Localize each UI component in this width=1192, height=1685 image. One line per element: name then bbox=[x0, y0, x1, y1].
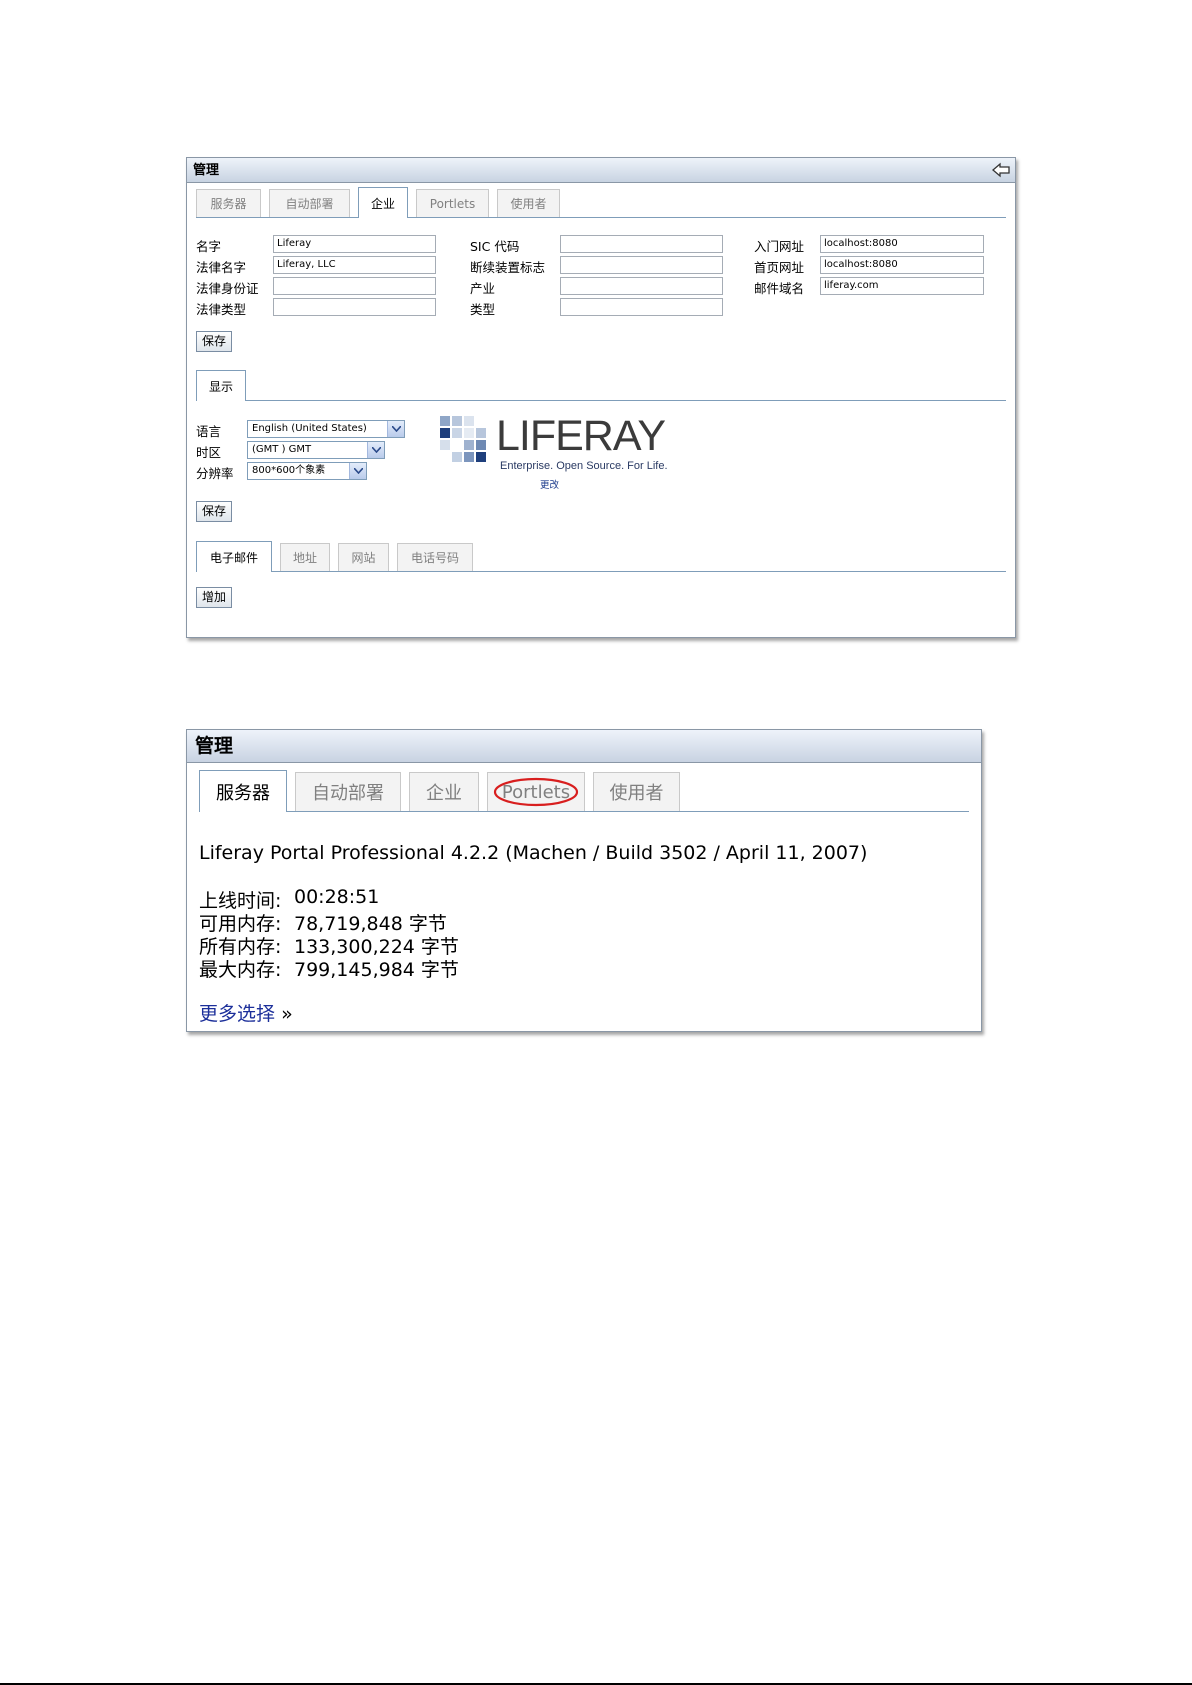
type-label: 类型 bbox=[470, 302, 496, 317]
language-value: English (United States) bbox=[252, 423, 367, 434]
resolution-value: 800*600个象素 bbox=[252, 465, 326, 476]
tab-server[interactable]: 服务器 bbox=[199, 770, 287, 812]
tab-email[interactable]: 电子邮件 bbox=[196, 541, 272, 572]
ticker-symbol-field[interactable] bbox=[560, 256, 723, 274]
tab-website[interactable]: 网站 bbox=[338, 543, 389, 571]
chevron-down-icon bbox=[349, 463, 366, 479]
tab-address[interactable]: 地址 bbox=[280, 543, 330, 571]
resolution-label: 分辨率 bbox=[196, 466, 234, 481]
tab-server[interactable]: 服务器 bbox=[196, 189, 261, 217]
logo-tagline: Enterprise. Open Source. For Life. bbox=[500, 460, 668, 472]
tab-users[interactable]: 使用者 bbox=[593, 772, 680, 811]
legal-id-label: 法律身份证 bbox=[196, 281, 259, 296]
portal-url-label: 入门网址 bbox=[754, 239, 805, 254]
more-options: 更多选择 » bbox=[199, 999, 293, 1026]
admin-portlet-enterprise: 管理 服务器 自动部署 企业 Portlets 使用者 名字 Liferay 法… bbox=[186, 157, 1016, 638]
main-tabs: 服务器 自动部署 企业 Portlets 使用者 bbox=[196, 187, 1006, 218]
sic-code-label: SIC 代码 bbox=[470, 239, 520, 254]
tab-users[interactable]: 使用者 bbox=[497, 189, 560, 217]
legal-type-label: 法律类型 bbox=[196, 302, 247, 317]
tab-auto-deploy[interactable]: 自动部署 bbox=[269, 189, 350, 217]
portal-url-field[interactable]: localhost:8080 bbox=[820, 235, 984, 253]
tab-portlets[interactable]: Portlets bbox=[487, 772, 585, 811]
tab-auto-deploy[interactable]: 自动部署 bbox=[295, 772, 401, 811]
display-tabs: 显示 bbox=[196, 369, 1006, 401]
tab-display[interactable]: 显示 bbox=[196, 370, 246, 401]
save-display-button[interactable]: 保存 bbox=[196, 501, 233, 522]
add-button[interactable]: 增加 bbox=[196, 587, 233, 608]
company-logo: LIFERAY Enterprise. Open Source. For Lif… bbox=[440, 412, 670, 496]
tab-enterprise[interactable]: 企业 bbox=[358, 187, 408, 218]
industry-label: 产业 bbox=[470, 281, 496, 296]
legal-type-field[interactable] bbox=[273, 298, 436, 316]
liferay-logo-mark bbox=[440, 416, 486, 462]
main-tabs: 服务器 自动部署 企业 Portlets 使用者 bbox=[199, 770, 969, 812]
home-url-field[interactable]: localhost:8080 bbox=[820, 256, 984, 274]
logo-wordmark: LIFERAY bbox=[496, 412, 666, 460]
language-label: 语言 bbox=[196, 424, 222, 439]
tab-phone[interactable]: 电话号码 bbox=[397, 543, 473, 571]
save-button[interactable]: 保存 bbox=[196, 331, 233, 352]
version-text: Liferay Portal Professional 4.2.2 (Mache… bbox=[199, 842, 868, 864]
portlet-title: 管理 bbox=[193, 163, 220, 178]
back-arrow-icon[interactable] bbox=[991, 162, 1011, 178]
change-logo-link[interactable]: 更改 bbox=[540, 477, 559, 491]
name-label: 名字 bbox=[196, 239, 222, 254]
ticker-symbol-label: 断续装置标志 bbox=[470, 260, 546, 275]
mail-domain-label: 邮件域名 bbox=[754, 281, 805, 296]
type-field[interactable] bbox=[560, 298, 723, 316]
more-options-arrow: » bbox=[281, 1003, 293, 1025]
admin-portlet-server: 管理 服务器 自动部署 企业 Portlets 使用者 Liferay Port… bbox=[186, 729, 982, 1032]
timezone-value: (GMT ) GMT bbox=[252, 444, 312, 455]
tab-enterprise[interactable]: 企业 bbox=[409, 772, 479, 811]
language-select[interactable]: English (United States) bbox=[247, 420, 405, 438]
more-options-link[interactable]: 更多选择 bbox=[199, 1003, 275, 1025]
sic-code-field[interactable] bbox=[560, 235, 723, 253]
uptime-value: 00:28:51 bbox=[294, 886, 380, 908]
mail-domain-field[interactable]: liferay.com bbox=[820, 277, 984, 295]
chevron-down-icon bbox=[387, 421, 404, 437]
highlight-circle-icon bbox=[493, 777, 579, 807]
home-url-label: 首页网址 bbox=[754, 260, 805, 275]
legal-name-label: 法律名字 bbox=[196, 260, 247, 275]
portlet-title-bar: 管理 bbox=[187, 730, 981, 763]
max-memory-value: 799,145,984 字节 bbox=[294, 959, 459, 981]
portlet-title-bar: 管理 bbox=[187, 158, 1015, 183]
timezone-label: 时区 bbox=[196, 445, 222, 460]
max-memory-label: 最大内存: bbox=[199, 959, 282, 981]
legal-name-field[interactable]: Liferay, LLC bbox=[273, 256, 436, 274]
tab-portlets[interactable]: Portlets bbox=[416, 189, 489, 217]
industry-field[interactable] bbox=[560, 277, 723, 295]
name-field[interactable]: Liferay bbox=[273, 235, 436, 253]
legal-id-field[interactable] bbox=[273, 277, 436, 295]
contact-tabs: 电子邮件 地址 网站 电话号码 bbox=[196, 541, 1006, 572]
chevron-down-icon bbox=[367, 442, 384, 458]
portlet-title: 管理 bbox=[195, 735, 234, 757]
resolution-select[interactable]: 800*600个象素 bbox=[247, 462, 367, 480]
timezone-select[interactable]: (GMT ) GMT bbox=[247, 441, 385, 459]
